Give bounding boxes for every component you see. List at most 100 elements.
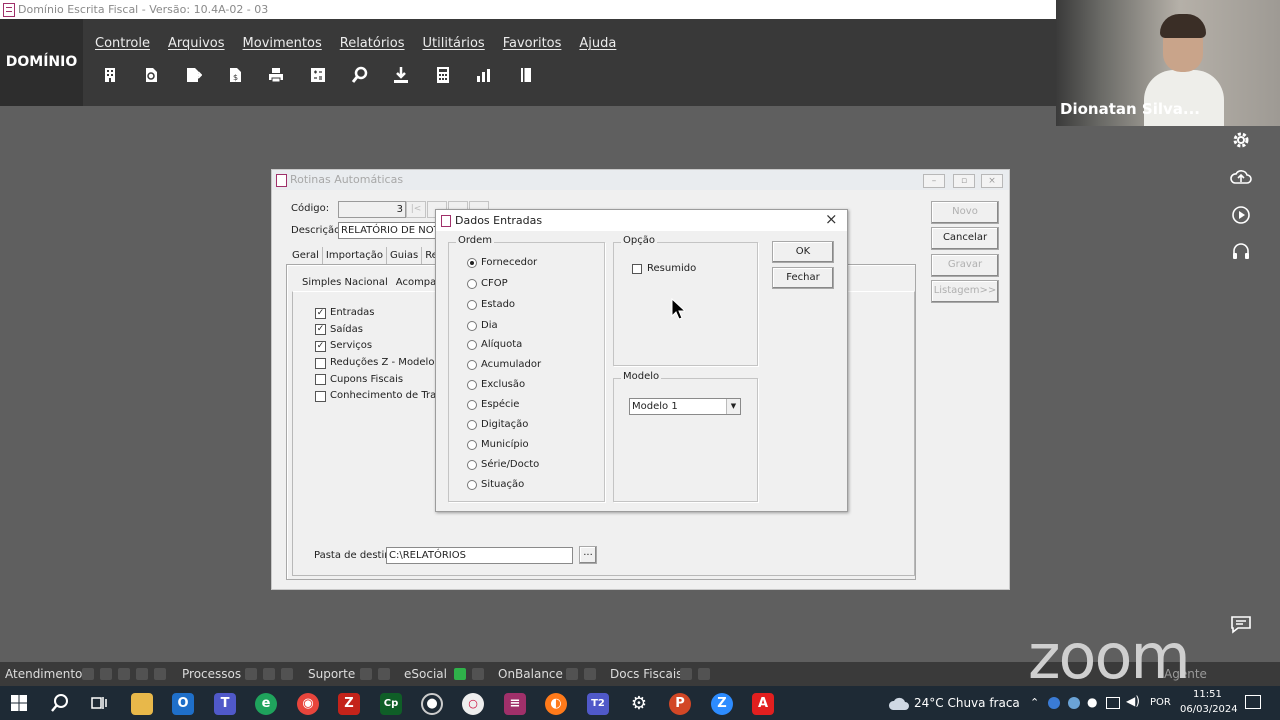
zoom-taskbar-icon[interactable]: Z [711, 693, 733, 715]
suporte-item[interactable]: Suporte [308, 667, 355, 681]
outlook-icon[interactable]: O [172, 693, 194, 715]
settings-gear-icon[interactable]: ⚙ [628, 693, 650, 715]
radio-estado[interactable] [467, 300, 477, 310]
chevron-up-icon[interactable]: ⌃ [1030, 696, 1039, 709]
processos-item[interactable]: Processos [182, 667, 241, 681]
clock-date[interactable]: 06/03/2024 [1180, 704, 1238, 715]
subtab-simples-nacional[interactable]: Simples Nacional [294, 274, 396, 291]
minimize-button[interactable]: – [923, 174, 945, 188]
money-doc-icon[interactable]: $ [222, 66, 248, 92]
clock-time[interactable]: 11:51 [1193, 689, 1222, 700]
dominio-taskbar-icon[interactable]: ≡ [504, 693, 526, 715]
radio-serie-docto[interactable] [467, 460, 477, 470]
obs-icon[interactable]: ● [421, 693, 443, 715]
descricao-field[interactable]: RELATÓRIO DE NOTAS [338, 222, 438, 239]
tab-guias[interactable]: Guias [387, 247, 423, 264]
weather-text[interactable]: 24°C Chuva fraca [914, 696, 1020, 710]
modelo-select[interactable]: Modelo 1 [629, 398, 741, 415]
app-circle-icon[interactable]: ○ [462, 693, 484, 715]
radio-acumulador[interactable] [467, 360, 477, 370]
window-icon [276, 174, 287, 187]
codigo-field[interactable]: 3 [338, 201, 406, 218]
teams-icon[interactable]: T [214, 693, 236, 715]
calculator-grid-icon[interactable] [305, 66, 331, 92]
notifications-icon[interactable] [1245, 695, 1261, 709]
windows-start-icon[interactable] [10, 694, 28, 715]
firefox-icon[interactable]: ◐ [545, 693, 567, 715]
radio-fornecedor[interactable] [467, 258, 477, 268]
menu-utilitarios[interactable]: Utilitários [423, 36, 485, 54]
headset-icon[interactable] [1228, 242, 1254, 268]
chart-icon[interactable] [471, 66, 497, 92]
acrobat-icon[interactable]: A [752, 693, 774, 715]
radio-municipio[interactable] [467, 440, 477, 450]
gear-icon[interactable] [1228, 130, 1254, 156]
radio-dia[interactable] [467, 321, 477, 331]
fechar-button[interactable]: Fechar [772, 267, 834, 289]
menu-favoritos[interactable]: Favoritos [503, 36, 562, 54]
tab-geral[interactable]: Geral [289, 247, 323, 264]
browse-button[interactable]: ... [579, 546, 597, 564]
menu-movimentos[interactable]: Movimentos [243, 36, 322, 54]
task-view-icon[interactable] [90, 694, 108, 715]
esocial-item[interactable]: eSocial [404, 667, 447, 681]
atendimento-item[interactable]: Atendimento [5, 667, 82, 681]
book-icon[interactable] [513, 66, 539, 92]
play-circle-icon[interactable] [1228, 205, 1254, 231]
chevron-down-icon[interactable]: ▼ [726, 399, 740, 414]
export-doc-icon[interactable] [180, 66, 206, 92]
powerpoint-icon[interactable]: P [669, 693, 691, 715]
volume-icon[interactable]: ◀) [1126, 694, 1140, 708]
cancelar-button[interactable]: Cancelar [931, 227, 999, 250]
first-record-button[interactable]: |< [406, 201, 426, 218]
close-icon[interactable]: × [825, 209, 838, 230]
file-explorer-icon[interactable] [131, 693, 153, 715]
menu-relatorios[interactable]: Relatórios [340, 36, 405, 54]
microphone-icon[interactable]: ● [1087, 695, 1097, 709]
refresh-doc-icon[interactable] [138, 66, 164, 92]
servicos-checkbox[interactable]: ✓ [315, 341, 326, 352]
pasta-destino-field[interactable]: C:\RELATÓRIOS [386, 547, 573, 564]
filezilla-icon[interactable]: Z [338, 693, 360, 715]
radio-cfop[interactable] [467, 279, 477, 289]
radio-aliquota[interactable] [467, 340, 477, 350]
maximize-button[interactable]: ▫ [953, 174, 975, 188]
cloud-upload-icon[interactable] [1228, 167, 1254, 193]
calculator-icon[interactable] [430, 66, 456, 92]
cupons-fiscais-checkbox[interactable] [315, 374, 326, 385]
radio-digitacao[interactable] [467, 420, 477, 430]
radio-situacao[interactable] [467, 480, 477, 490]
network-icon[interactable] [1106, 697, 1120, 709]
building-icon[interactable] [97, 66, 123, 92]
tray-app-icon[interactable] [1048, 697, 1060, 709]
language-indicator[interactable]: POR [1150, 697, 1171, 708]
cp-app-icon[interactable]: Cp [380, 693, 402, 715]
menu-arquivos[interactable]: Arquivos [168, 36, 225, 54]
entradas-checkbox[interactable]: ✓ [315, 308, 326, 319]
menu-ajuda[interactable]: Ajuda [579, 36, 616, 54]
resumido-checkbox[interactable] [632, 264, 642, 274]
docs-fiscais-item[interactable]: Docs Fiscais [610, 667, 682, 681]
chat-icon[interactable] [1228, 614, 1254, 640]
saidas-checkbox[interactable]: ✓ [315, 324, 326, 335]
radio-exclusao[interactable] [467, 380, 477, 390]
novo-button[interactable]: Novo [931, 201, 999, 224]
printer-icon[interactable] [263, 66, 289, 92]
search-icon[interactable] [50, 693, 70, 716]
gravar-button[interactable]: Gravar [931, 254, 999, 277]
tab-importacao[interactable]: Importação [323, 247, 387, 264]
search-icon[interactable] [347, 66, 373, 92]
menu-controle[interactable]: Controle [95, 36, 150, 54]
download-icon[interactable] [388, 66, 414, 92]
onbalance-item[interactable]: OnBalance [498, 667, 563, 681]
close-button[interactable]: × [981, 174, 1003, 188]
reducoes-z-checkbox[interactable] [315, 358, 326, 369]
edge-icon[interactable]: e [255, 693, 277, 715]
ok-button[interactable]: OK [772, 241, 834, 263]
radio-especie[interactable] [467, 400, 477, 410]
teams-2-icon[interactable]: T2 [587, 693, 609, 715]
tray-app-icon[interactable] [1068, 697, 1080, 709]
conhecimento-transporte-checkbox[interactable] [315, 391, 326, 402]
chrome-icon[interactable]: ◉ [297, 693, 319, 715]
listagem-button[interactable]: Listagem>> [931, 280, 999, 303]
